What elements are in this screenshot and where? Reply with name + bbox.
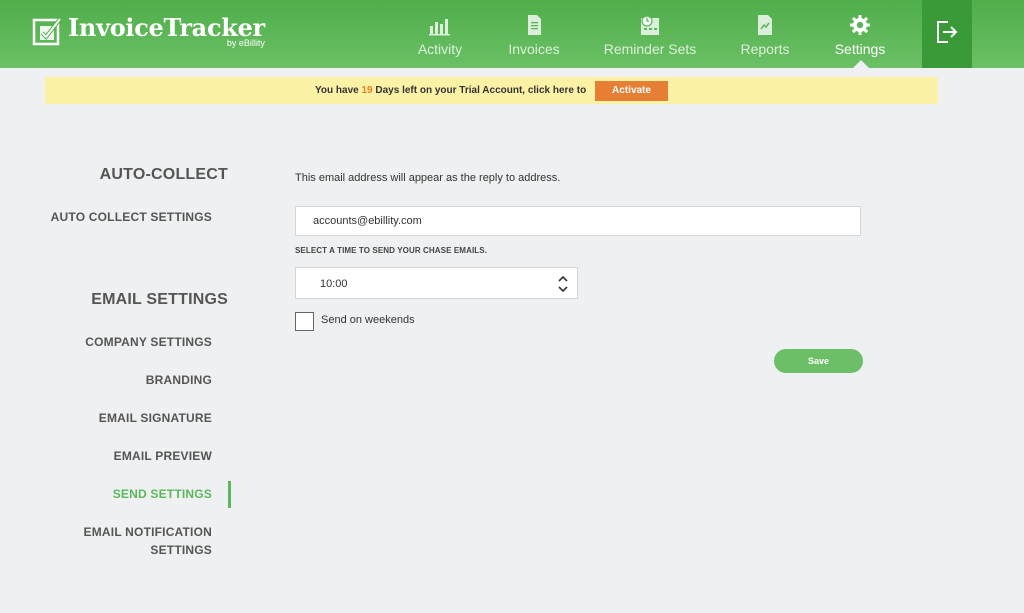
logo-icon (32, 16, 64, 48)
active-item-indicator (228, 481, 231, 508)
report-chart-icon (758, 15, 772, 35)
banner-prefix: You have (315, 85, 362, 96)
gear-icon (850, 15, 870, 35)
nav-settings-label: Settings (834, 41, 886, 57)
nav-activity[interactable]: Activity (404, 0, 476, 68)
sidebar-item-auto-collect-settings[interactable]: AUTO COLLECT SETTINGS (51, 208, 212, 226)
send-on-weekends-label[interactable]: Send on weekends (321, 314, 415, 326)
sidebar-item-label-line1: EMAIL NOTIFICATION (83, 525, 212, 539)
sidebar-item-email-notification-settings[interactable]: EMAIL NOTIFICATION SETTINGS (84, 523, 212, 559)
trial-banner: You have 19 Days left on your Trial Acco… (45, 77, 938, 104)
nav-settings[interactable]: Settings (830, 0, 890, 68)
banner-suffix: Days left on your Trial Account, click h… (372, 85, 587, 96)
updown-chevron-icon (558, 275, 568, 293)
logout-icon (937, 21, 958, 43)
sidebar-item-email-signature[interactable]: EMAIL SIGNATURE (99, 409, 212, 427)
reply-address-description: This email address will appear as the re… (295, 172, 561, 184)
calendar-clock-icon (641, 15, 659, 35)
trial-banner-text: You have 19 Days left on your Trial Acco… (315, 85, 586, 96)
nav-invoices[interactable]: Invoices (500, 0, 568, 68)
sidebar-item-company-settings[interactable]: COMPANY SETTINGS (85, 333, 212, 351)
reply-email-input[interactable] (295, 206, 861, 236)
nav-reports-label: Reports (740, 41, 790, 57)
sidebar-item-label-line2: SETTINGS (150, 543, 212, 557)
sidebar-item-branding[interactable]: BRANDING (146, 371, 212, 389)
sidebar-item-email-preview[interactable]: EMAIL PREVIEW (114, 447, 212, 465)
active-tab-caret (853, 60, 869, 68)
document-icon (528, 15, 541, 35)
nav-reports[interactable]: Reports (734, 0, 796, 68)
logout-button[interactable] (922, 0, 972, 68)
sidebar-heading-auto-collect: AUTO-COLLECT (99, 166, 228, 183)
send-time-value: 10:00 (320, 278, 348, 290)
nav-invoices-label: Invoices (508, 41, 560, 57)
trial-days-count: 19 (361, 85, 373, 96)
sidebar-item-send-settings[interactable]: SEND SETTINGS (113, 485, 212, 503)
sidebar-heading-email-settings: EMAIL SETTINGS (91, 291, 228, 308)
bar-chart-icon (429, 19, 450, 36)
send-time-label: SELECT A TIME TO SEND YOUR CHASE EMAILS. (295, 246, 488, 255)
nav-reminder-sets[interactable]: Reminder Sets (600, 0, 700, 68)
invoicetracker-logo[interactable]: InvoiceTracker by eBillity (32, 16, 265, 50)
send-on-weekends-checkbox[interactable] (295, 312, 314, 331)
nav-activity-label: Activity (417, 41, 463, 57)
save-button[interactable]: Save (774, 349, 863, 373)
activate-button[interactable]: Activate (595, 81, 668, 101)
nav-reminder-sets-label: Reminder Sets (603, 41, 697, 57)
send-time-select[interactable]: 10:00 (295, 267, 578, 299)
app-name: InvoiceTracker (68, 13, 265, 42)
top-nav-bar: InvoiceTracker by eBillity Activity Invo… (0, 0, 1024, 68)
